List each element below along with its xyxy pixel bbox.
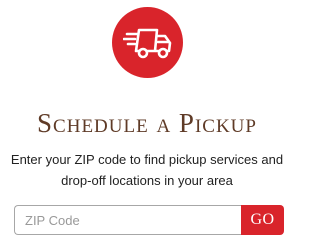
zip-code-input[interactable] xyxy=(14,205,241,235)
truck-icon-badge xyxy=(112,7,183,78)
schedule-pickup-widget: Schedule a Pickup Enter your ZIP code to… xyxy=(0,0,294,240)
description-line-1: Enter your ZIP code to find pickup servi… xyxy=(10,152,284,167)
delivery-truck-icon xyxy=(122,28,171,58)
go-button[interactable]: GO xyxy=(241,205,284,235)
zip-search-form: GO xyxy=(14,205,284,235)
description-line-2: drop-off locations in your area xyxy=(61,173,233,188)
page-title: Schedule a Pickup xyxy=(37,108,257,138)
description-text: Enter your ZIP code to find pickup servi… xyxy=(0,149,294,191)
